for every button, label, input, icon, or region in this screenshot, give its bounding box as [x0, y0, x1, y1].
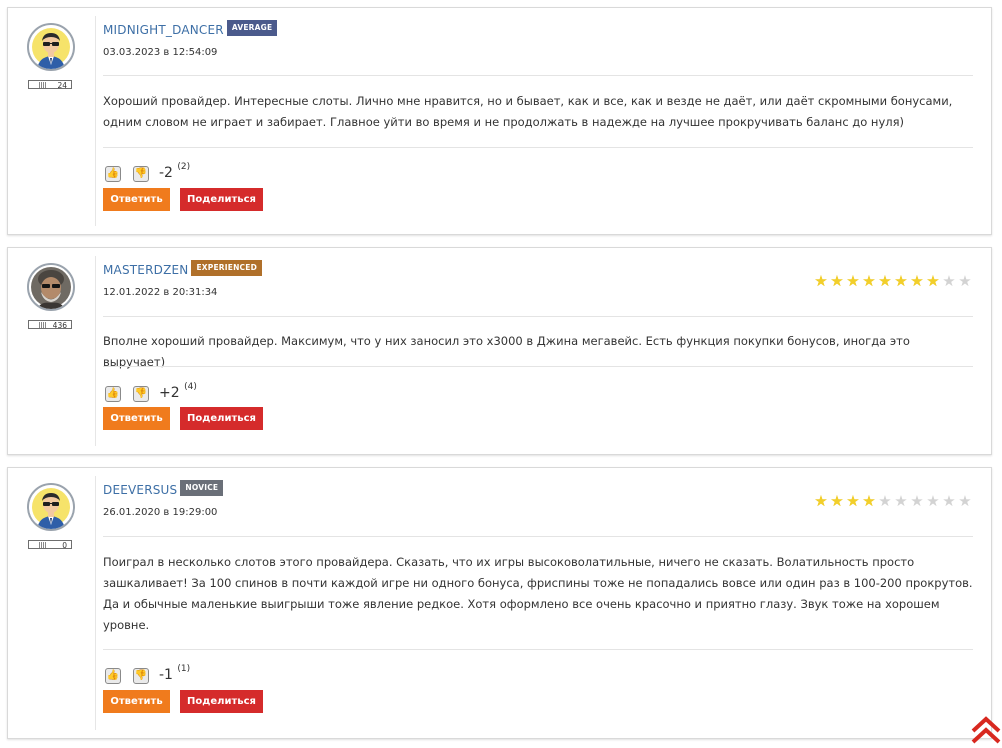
star-filled-icon: ★ [910, 272, 924, 290]
comment-date: 12.01.2022 в 20:31:34 [103, 287, 218, 298]
star-empty-icon: ★ [942, 272, 956, 290]
score-value: -1 [159, 667, 173, 683]
vote-score: -1 (1) [159, 664, 191, 683]
star-filled-icon: ★ [878, 272, 892, 290]
reputation-badge: 24 [28, 80, 72, 90]
star-filled-icon: ★ [814, 272, 828, 290]
reputation-bars-icon [39, 542, 47, 548]
divider [103, 366, 973, 367]
score-value: +2 [159, 385, 180, 401]
divider [95, 16, 96, 226]
avatar-man-sunglasses-icon [29, 25, 73, 69]
comment-date: 26.01.2020 в 19:29:00 [103, 507, 218, 518]
comment-card: 24 MIDNIGHT_DANCER Average 03.03.2023 в 1… [7, 7, 992, 235]
reputation-bars-icon [39, 82, 47, 88]
reply-button[interactable]: Ответить [103, 407, 170, 430]
comment-text: Хороший провайдер. Интересные слоты. Лич… [103, 94, 953, 129]
comment-date: 03.03.2023 в 12:54:09 [103, 47, 218, 58]
double-chevron-up-icon [971, 716, 1001, 744]
reputation-value: 0 [62, 541, 67, 550]
thumbs-down-icon[interactable]: 👎 [133, 166, 149, 182]
star-filled-icon: ★ [814, 492, 828, 510]
reputation-badge: 436 [28, 320, 72, 330]
star-filled-icon: ★ [862, 492, 876, 510]
status-badge: Experienced [191, 260, 262, 276]
reputation-bars-icon [39, 322, 47, 328]
username-link[interactable]: MIDNIGHT_DANCER [103, 23, 224, 37]
username-link[interactable]: DEEVERSUS [103, 483, 177, 497]
star-empty-icon: ★ [878, 492, 892, 510]
share-button[interactable]: Поделиться [180, 690, 263, 713]
comment-author[interactable]: DEEVERSUS Novice [103, 480, 224, 497]
star-empty-icon: ★ [926, 492, 940, 510]
divider [103, 536, 973, 537]
thumbs-up-icon[interactable]: 👍 [105, 166, 121, 182]
star-filled-icon: ★ [894, 272, 908, 290]
avatar[interactable] [27, 23, 75, 71]
thumbs-up-icon[interactable]: 👍 [105, 668, 121, 684]
avatar-man-sunglasses-icon [29, 485, 73, 529]
thumbs-down-icon[interactable]: 👎 [133, 668, 149, 684]
star-empty-icon: ★ [910, 492, 924, 510]
star-filled-icon: ★ [846, 272, 860, 290]
vote-count: (1) [177, 664, 191, 674]
status-badge: Novice [180, 480, 224, 496]
divider [103, 649, 973, 650]
star-empty-icon: ★ [958, 272, 972, 290]
status-badge: Average [226, 20, 278, 36]
reputation-value: 436 [52, 321, 67, 330]
author-column: 436 [27, 263, 75, 330]
comment-author[interactable]: MASTERDZEN Experienced [103, 260, 262, 277]
comment-card: 436 MASTERDZEN Experienced ★ ★ ★ ★ ★ ★ ★ ★ ★ ★ 12.… [7, 247, 992, 455]
divider [103, 75, 973, 76]
author-column: 24 [27, 23, 75, 90]
vote-score: +2 (4) [159, 382, 197, 401]
vote-score: -2 (2) [159, 162, 191, 181]
divider [103, 147, 973, 148]
star-empty-icon: ★ [958, 492, 972, 510]
star-filled-icon: ★ [846, 492, 860, 510]
comment-author[interactable]: MIDNIGHT_DANCER Average [103, 20, 278, 37]
comment-card: 0 DEEVERSUS Novice ★ ★ ★ ★ ★ ★ ★ ★ ★ ★ 26.01.2020 … [7, 467, 992, 739]
divider [95, 476, 96, 730]
comment-text: Поиграл в несколько слотов этого провайд… [103, 555, 973, 632]
reply-button[interactable]: Ответить [103, 188, 170, 211]
username-link[interactable]: MASTERDZEN [103, 263, 188, 277]
avatar[interactable] [27, 263, 75, 311]
score-value: -2 [159, 165, 173, 181]
star-empty-icon: ★ [942, 492, 956, 510]
rating-stars: ★ ★ ★ ★ ★ ★ ★ ★ ★ ★ [813, 272, 973, 290]
avatar-photo-icon [29, 265, 73, 309]
share-button[interactable]: Поделиться [180, 407, 263, 430]
star-filled-icon: ★ [862, 272, 876, 290]
scroll-to-top-button[interactable] [970, 716, 1002, 744]
reputation-value: 24 [57, 81, 67, 90]
rating-stars: ★ ★ ★ ★ ★ ★ ★ ★ ★ ★ [813, 492, 973, 510]
reply-button[interactable]: Ответить [103, 690, 170, 713]
avatar[interactable] [27, 483, 75, 531]
star-filled-icon: ★ [926, 272, 940, 290]
star-empty-icon: ★ [894, 492, 908, 510]
thumbs-up-icon[interactable]: 👍 [105, 386, 121, 402]
thumbs-down-icon[interactable]: 👎 [133, 386, 149, 402]
divider [103, 316, 973, 317]
reputation-badge: 0 [28, 540, 72, 550]
divider [95, 256, 96, 446]
vote-count: (4) [184, 382, 197, 392]
author-column: 0 [27, 483, 75, 550]
vote-count: (2) [177, 162, 191, 172]
star-filled-icon: ★ [830, 272, 844, 290]
share-button[interactable]: Поделиться [180, 188, 263, 211]
star-filled-icon: ★ [830, 492, 844, 510]
